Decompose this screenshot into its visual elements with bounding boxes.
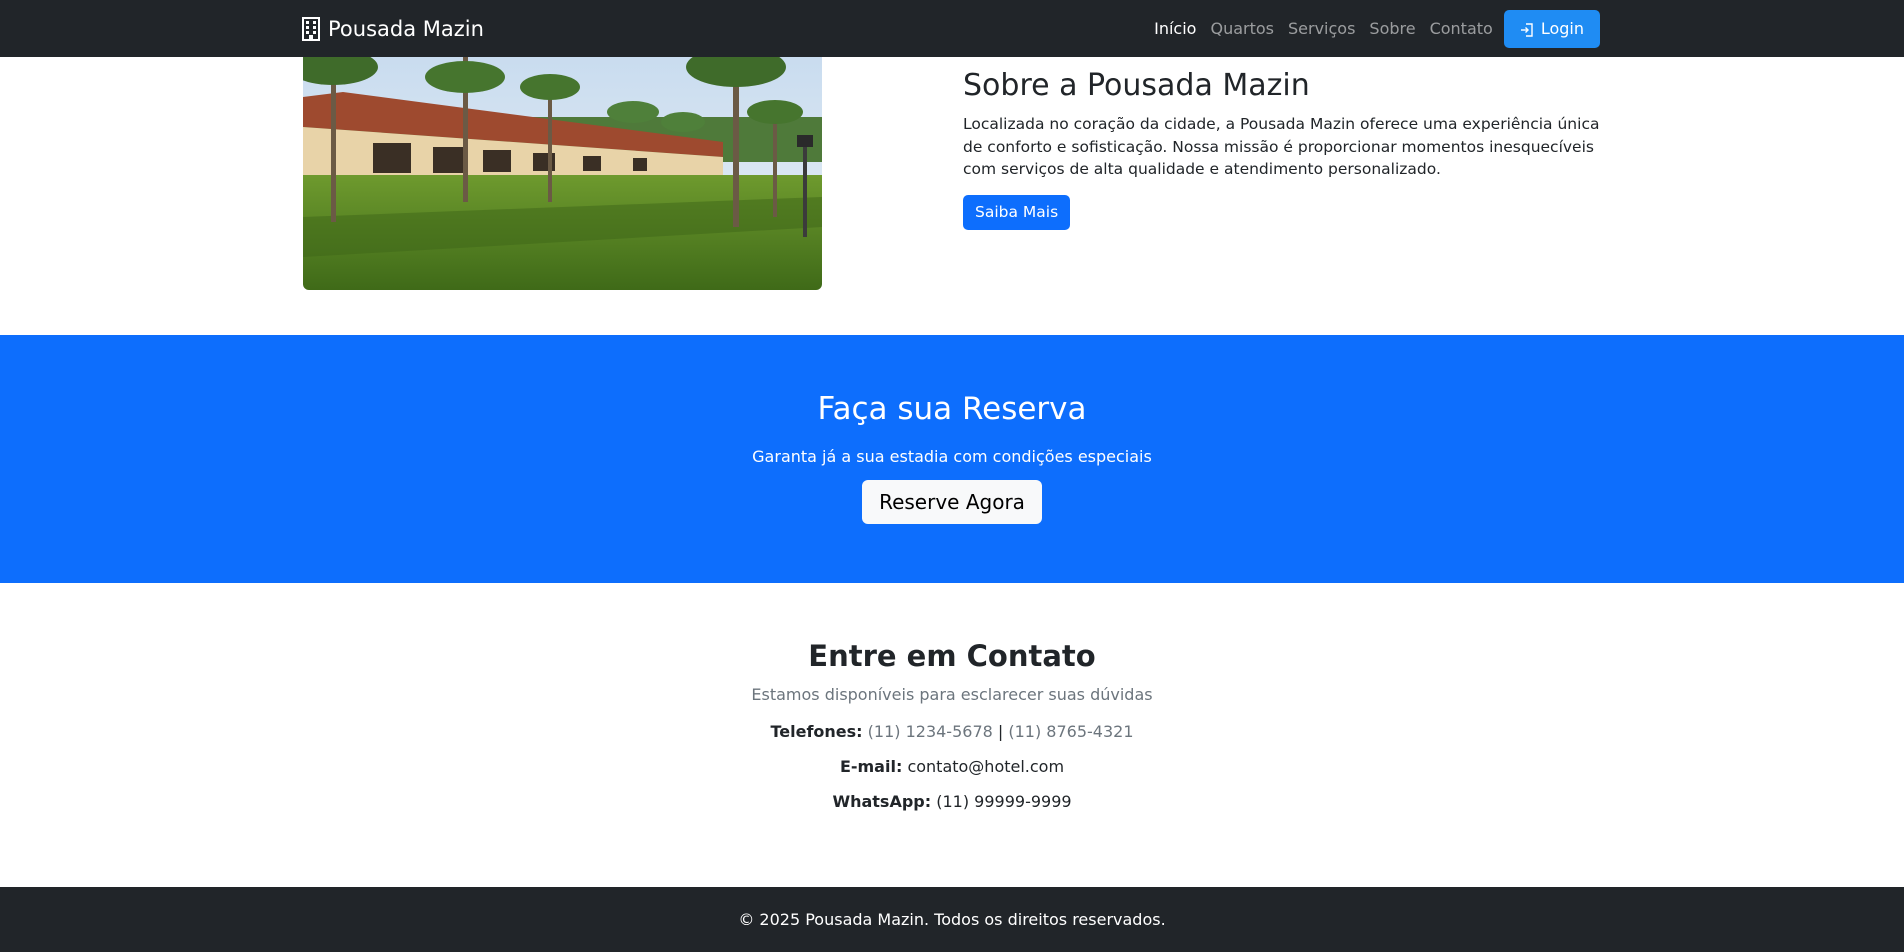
reserva-section: Faça sua Reserva Garanta já a sua estadi… bbox=[0, 335, 1904, 583]
phone-1[interactable]: (11) 1234-5678 bbox=[868, 722, 993, 741]
nav-link-sobre[interactable]: Sobre bbox=[1362, 11, 1422, 46]
brand-link[interactable]: Pousada Mazin bbox=[302, 16, 484, 41]
email-line: E-mail: contato@hotel.com bbox=[0, 757, 1904, 776]
reserva-title: Faça sua Reserva bbox=[817, 391, 1087, 427]
nav-link-quartos[interactable]: Quartos bbox=[1203, 11, 1281, 46]
footer-copyright: © 2025 Pousada Mazin. Todos os direitos … bbox=[738, 910, 1166, 929]
nav-links: Início Quartos Serviços Sobre Contato Lo… bbox=[1147, 9, 1600, 48]
phone-2[interactable]: (11) 8765-4321 bbox=[1008, 722, 1133, 741]
phone-separator: | bbox=[997, 722, 1004, 741]
login-label: Login bbox=[1540, 19, 1584, 38]
saiba-mais-button[interactable]: Saiba Mais bbox=[963, 194, 1071, 230]
whatsapp-line: WhatsApp: (11) 99999-9999 bbox=[0, 792, 1904, 811]
building-icon bbox=[302, 16, 320, 41]
email-label: E-mail: bbox=[839, 757, 903, 776]
contato-section: Entre em Contato Estamos disponíveis par… bbox=[0, 583, 1904, 887]
nav-link-contato[interactable]: Contato bbox=[1423, 11, 1500, 46]
brand-name: Pousada Mazin bbox=[328, 16, 484, 41]
phones-label: Telefones: bbox=[770, 722, 863, 741]
login-arrow-icon bbox=[1520, 22, 1534, 37]
nav-link-inicio[interactable]: Início bbox=[1147, 11, 1203, 46]
reserve-now-button[interactable]: Reserve Agora bbox=[862, 480, 1042, 525]
nav-link-servicos[interactable]: Serviços bbox=[1281, 11, 1362, 46]
whatsapp-value[interactable]: (11) 99999-9999 bbox=[936, 792, 1071, 811]
about-title: Sobre a Pousada Mazin bbox=[963, 68, 1310, 103]
navbar: Pousada Mazin Início Quartos Serviços So… bbox=[0, 0, 1904, 57]
phones-line: Telefones: (11) 1234-5678 | (11) 8765-43… bbox=[0, 722, 1904, 741]
reserva-subtitle: Garanta já a sua estadia com condições e… bbox=[752, 447, 1152, 467]
login-button[interactable]: Login bbox=[1503, 9, 1600, 48]
about-description: Localizada no coração da cidade, a Pousa… bbox=[963, 115, 1600, 178]
whatsapp-label: WhatsApp: bbox=[832, 792, 932, 811]
pousada-photo bbox=[303, 57, 822, 290]
about-section: Sobre a Pousada Mazin Localizada no cora… bbox=[963, 66, 1603, 230]
email-value[interactable]: contato@hotel.com bbox=[907, 757, 1064, 776]
contato-title: Entre em Contato bbox=[808, 639, 1096, 673]
contato-subtitle: Estamos disponíveis para esclarecer suas… bbox=[751, 685, 1153, 704]
footer: © 2025 Pousada Mazin. Todos os direitos … bbox=[0, 887, 1904, 952]
navbar-container: Pousada Mazin Início Quartos Serviços So… bbox=[302, 0, 1600, 57]
